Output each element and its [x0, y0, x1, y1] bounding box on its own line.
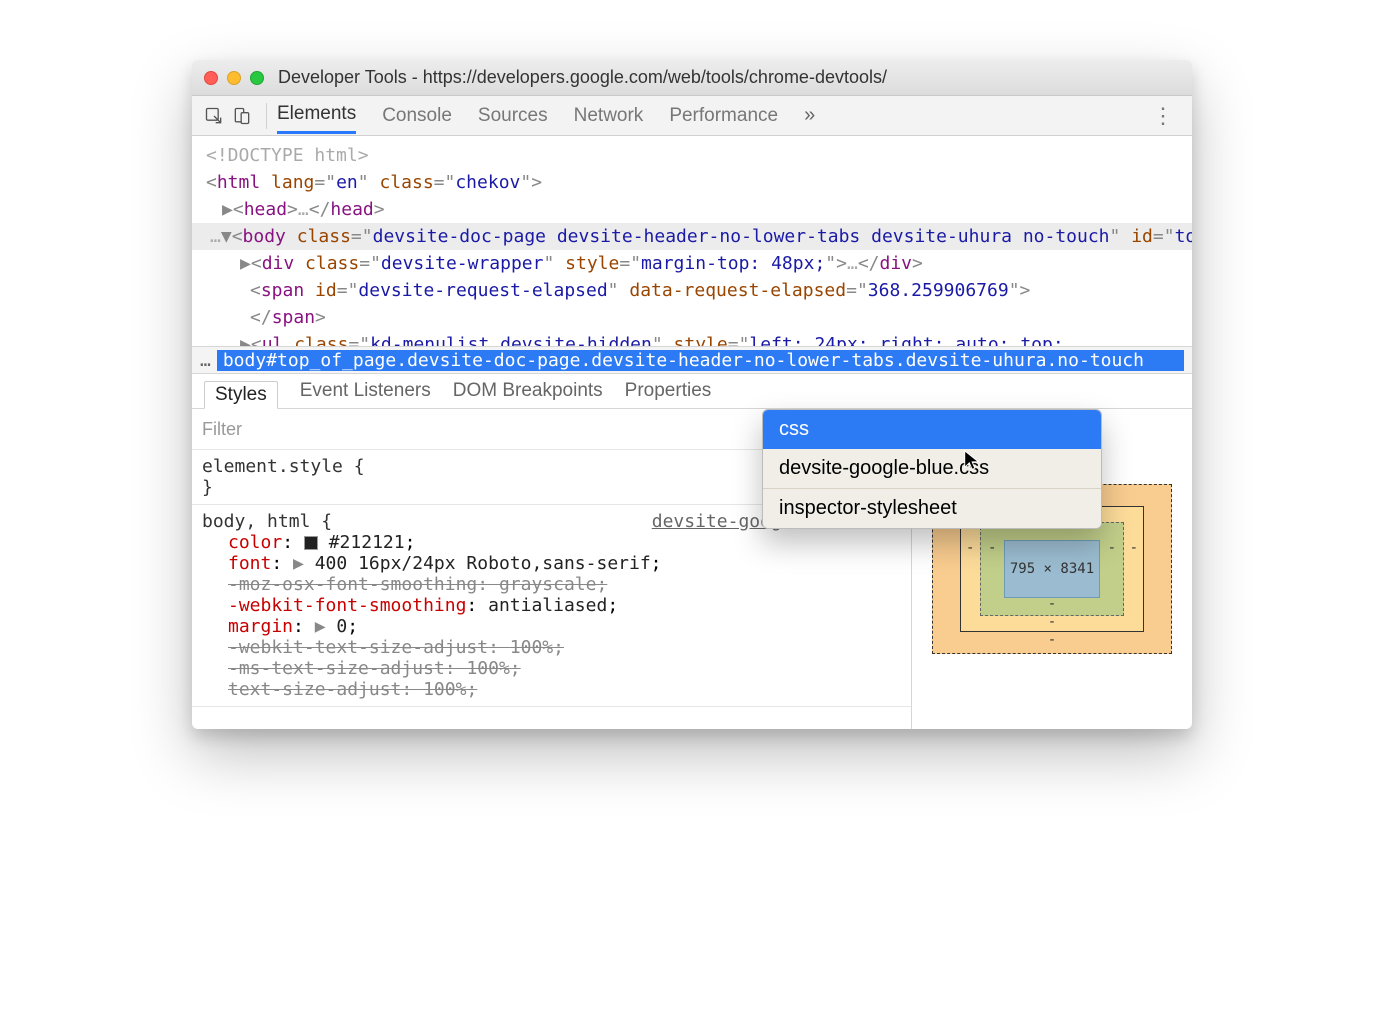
dom-span-close[interactable]: </span>	[192, 304, 1192, 331]
tab-console[interactable]: Console	[382, 99, 452, 133]
dropdown-option-inspector[interactable]: inspector-stylesheet	[763, 488, 1101, 528]
dom-head[interactable]: ▶<head>…</head>	[192, 196, 1192, 223]
zoom-window-button[interactable]	[250, 71, 264, 85]
dom-ul-cut[interactable]: ▶<ul class="kd-menulist devsite-hidden" …	[192, 331, 1192, 346]
color-swatch-icon[interactable]	[304, 536, 318, 550]
inspect-element-icon[interactable]	[200, 102, 228, 130]
window-titlebar: Developer Tools - https://developers.goo…	[192, 60, 1192, 96]
tab-sources[interactable]: Sources	[478, 99, 548, 133]
body-html-rule[interactable]: devsite-google-blue.css body, html { col…	[192, 505, 911, 707]
breadcrumb-current[interactable]: body#top_of_page.devsite-doc-page.devsit…	[217, 350, 1184, 371]
subtab-styles[interactable]: Styles	[204, 381, 278, 409]
dropdown-option-stylesheet[interactable]: devsite-google-blue.css	[763, 449, 1101, 488]
box-value: -	[1048, 614, 1056, 630]
prop-font[interactable]: font: ▶ 400 16px/24px Roboto,sans-serif;	[202, 553, 901, 574]
new-style-rule-dropdown: css devsite-google-blue.css inspector-st…	[762, 409, 1102, 529]
device-toolbar-icon[interactable]	[228, 102, 256, 130]
styles-subtabs: Styles Event Listeners DOM Breakpoints P…	[192, 374, 1192, 409]
expand-shorthand-icon[interactable]: ▶	[282, 553, 315, 574]
subtab-dom-breakpoints[interactable]: DOM Breakpoints	[453, 380, 603, 402]
expand-arrow-icon[interactable]: ▶	[222, 199, 233, 220]
prop-ms-text-size-adjust[interactable]: -ms-text-size-adjust: 100%;	[202, 658, 901, 679]
devtools-window: Developer Tools - https://developers.goo…	[192, 60, 1192, 729]
minimize-window-button[interactable]	[227, 71, 241, 85]
box-value: -	[966, 540, 974, 556]
box-value: -	[1108, 540, 1116, 556]
window-title: Developer Tools - https://developers.goo…	[278, 67, 887, 88]
prop-margin[interactable]: margin: ▶ 0;	[202, 616, 901, 637]
tab-network[interactable]: Network	[574, 99, 644, 133]
settings-menu-icon[interactable]: ⋮	[1142, 103, 1184, 129]
subtab-properties[interactable]: Properties	[625, 380, 712, 402]
expand-arrow-icon[interactable]: ▶	[240, 253, 251, 274]
dom-tree[interactable]: <!DOCTYPE html> <html lang="en" class="c…	[192, 136, 1192, 346]
collapse-arrow-icon[interactable]: ▼	[221, 226, 232, 247]
dom-doctype: <!DOCTYPE html>	[192, 142, 1192, 169]
prop-text-size-adjust[interactable]: text-size-adjust: 100%;	[202, 679, 901, 700]
traffic-lights	[204, 71, 264, 85]
expand-shorthand-icon[interactable]: ▶	[304, 616, 337, 637]
box-value: -	[1048, 632, 1056, 648]
box-model-content: 795 × 8341	[1004, 540, 1100, 598]
styles-filter-input[interactable]: Filter	[202, 419, 762, 440]
dropdown-input-selected[interactable]: css	[763, 410, 1101, 449]
subtab-event-listeners[interactable]: Event Listeners	[300, 380, 431, 402]
tab-elements[interactable]: Elements	[277, 97, 356, 134]
prop-webkit-font-smoothing[interactable]: -webkit-font-smoothing: antialiased;	[202, 595, 901, 616]
styles-pane: Filter :hov .cls ＋ element.style { } dev…	[192, 409, 1192, 729]
main-tabs: Elements Console Sources Network Perform…	[277, 97, 1142, 134]
toolbar-divider	[266, 103, 267, 129]
prop-webkit-text-size-adjust[interactable]: -webkit-text-size-adjust: 100%;	[202, 637, 901, 658]
box-value: -	[988, 540, 996, 556]
prop-moz-font-smoothing[interactable]: -moz-osx-font-smoothing: grayscale;	[202, 574, 901, 595]
box-value: -	[1048, 596, 1056, 612]
tab-performance[interactable]: Performance	[669, 99, 778, 133]
dom-breadcrumb[interactable]: … body#top_of_page.devsite-doc-page.devs…	[192, 346, 1192, 374]
dom-div[interactable]: ▶<div class="devsite-wrapper" style="mar…	[192, 250, 1192, 277]
breadcrumb-ellipsis[interactable]: …	[200, 350, 211, 371]
dom-span-open[interactable]: <span id="devsite-request-elapsed" data-…	[192, 277, 1192, 304]
prop-color[interactable]: color: #212121;	[202, 532, 901, 553]
dom-body-selected[interactable]: …▼<body class="devsite-doc-page devsite-…	[192, 223, 1192, 250]
dom-html-open[interactable]: <html lang="en" class="chekov">	[192, 169, 1192, 196]
close-window-button[interactable]	[204, 71, 218, 85]
box-value: -	[1130, 540, 1138, 556]
main-toolbar: Elements Console Sources Network Perform…	[192, 96, 1192, 136]
more-tabs-icon[interactable]: »	[804, 104, 811, 127]
expand-arrow-icon[interactable]: ▶	[240, 334, 251, 346]
